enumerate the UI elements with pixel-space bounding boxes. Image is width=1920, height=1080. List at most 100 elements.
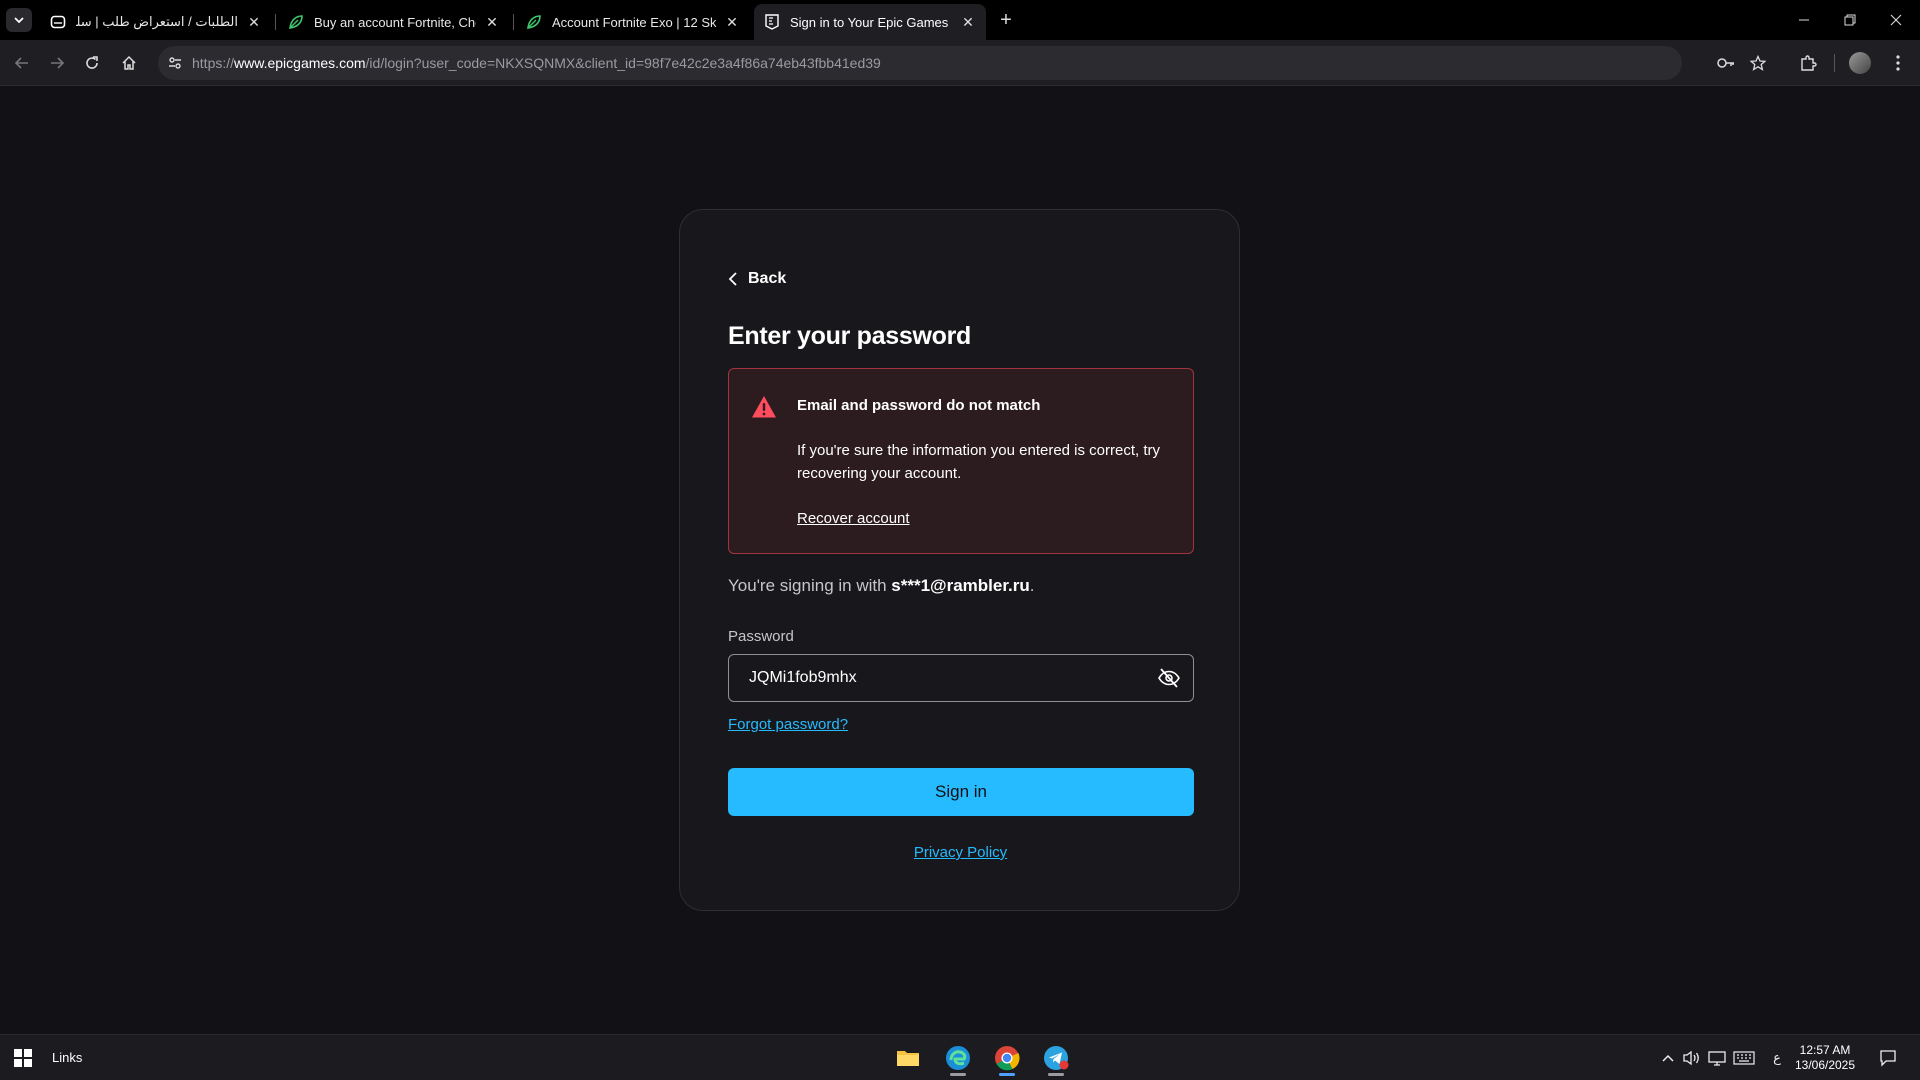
minimize-icon: [1799, 19, 1809, 21]
running-indicator: [1048, 1073, 1064, 1076]
star-icon: [1750, 55, 1766, 71]
restore-icon: [1844, 14, 1856, 26]
epic-icon: [764, 14, 780, 30]
site-info-icon[interactable]: [158, 55, 192, 71]
telegram-icon: [1044, 1046, 1069, 1070]
chat-bubble-icon: [1880, 1050, 1896, 1067]
password-label: Password: [728, 628, 794, 645]
error-alert: Email and password do not match If you'r…: [728, 368, 1194, 554]
edge-app[interactable]: [938, 1040, 978, 1076]
menu-button[interactable]: [1886, 51, 1910, 75]
file-explorer-app[interactable]: [888, 1040, 928, 1076]
chrome-app[interactable]: [987, 1040, 1027, 1076]
tab-epic-signin[interactable]: Sign in to Your Epic Games acc ✕: [754, 4, 986, 40]
notifications-button[interactable]: [1876, 1047, 1900, 1069]
eye-off-icon: [1158, 668, 1180, 688]
clock-time: 12:57 AM: [1799, 1043, 1851, 1057]
chevron-left-icon: [728, 272, 737, 286]
browser-toolbar: https://www.epicgames.com/id/login?user_…: [0, 40, 1920, 86]
show-hidden-icons-button[interactable]: [1660, 1047, 1676, 1069]
toolbar-divider: [1834, 54, 1835, 72]
extensions-button[interactable]: [1796, 51, 1820, 75]
signing-prefix: You're signing in with: [728, 576, 892, 595]
url-text: https://www.epicgames.com/id/login?user_…: [192, 55, 881, 71]
address-bar[interactable]: https://www.epicgames.com/id/login?user_…: [158, 46, 1682, 80]
keyboard-icon: [1733, 1051, 1755, 1065]
forward-nav-button[interactable]: [45, 51, 69, 75]
clock-date: 13/06/2025: [1794, 1058, 1856, 1072]
bookmark-button[interactable]: [1746, 51, 1770, 75]
recover-account-link[interactable]: Recover account: [797, 510, 910, 527]
browser-tab-strip: الطلبات / استعراض طلب | سلة ✕ Buy an acc…: [0, 0, 1920, 40]
chrome-icon: [995, 1046, 1020, 1071]
telegram-app[interactable]: [1036, 1040, 1076, 1076]
close-icon[interactable]: ✕: [960, 14, 976, 30]
tab-title: Account Fortnite Exo | 12 Skins: [552, 14, 716, 30]
restore-button[interactable]: [1827, 0, 1873, 40]
touch-keyboard-button[interactable]: [1732, 1047, 1756, 1069]
password-key-button[interactable]: [1714, 51, 1738, 75]
sign-in-button[interactable]: Sign in: [728, 768, 1194, 816]
minimize-button[interactable]: [1781, 0, 1827, 40]
close-icon[interactable]: ✕: [484, 14, 500, 30]
signing-suffix: .: [1029, 576, 1035, 595]
close-icon: [1890, 14, 1902, 26]
tab-divider: [275, 14, 276, 30]
tab-buy-account[interactable]: Buy an account Fortnite, Cheap ✕: [278, 4, 510, 40]
reload-icon: [86, 56, 98, 69]
signing-email: s***1@rambler.ru: [891, 576, 1030, 595]
warning-icon: [752, 396, 776, 418]
page-title: Enter your password: [728, 322, 971, 350]
tab-search-button[interactable]: [6, 8, 32, 32]
back-link[interactable]: Back: [728, 270, 786, 288]
leaf-icon: [526, 14, 542, 30]
profile-button[interactable]: [1848, 51, 1872, 75]
volume-button[interactable]: [1682, 1047, 1702, 1069]
close-window-button[interactable]: [1873, 0, 1919, 40]
url-host: www.epicgames.com: [234, 55, 366, 71]
tab-account-fortnite[interactable]: Account Fortnite Exo | 12 Skins ✕: [516, 4, 750, 40]
back-label: Back: [748, 270, 787, 287]
login-card: Back Enter your password Email and passw…: [679, 209, 1240, 911]
back-nav-button[interactable]: [10, 51, 34, 75]
close-icon[interactable]: ✕: [724, 14, 740, 30]
password-input[interactable]: [729, 654, 1145, 702]
close-icon[interactable]: ✕: [246, 14, 262, 30]
reload-button[interactable]: [80, 51, 104, 75]
forgot-password-link[interactable]: Forgot password?: [728, 716, 848, 733]
key-icon: [1717, 58, 1734, 68]
folder-icon: [897, 1051, 919, 1066]
more-vertical-icon: [1896, 55, 1900, 71]
signing-in-text: You're signing in with s***1@rambler.ru.: [728, 576, 1035, 596]
avatar: [1849, 52, 1871, 74]
input-language-indicator[interactable]: ع: [1768, 1047, 1786, 1069]
speaker-icon: [1683, 1050, 1699, 1066]
links-toolbar[interactable]: Links: [52, 1050, 82, 1065]
home-icon: [122, 55, 136, 70]
privacy-policy-link[interactable]: Privacy Policy: [914, 844, 1007, 861]
system-clock[interactable]: 12:57 AM 13/06/2025: [1790, 1043, 1860, 1073]
password-field: [728, 654, 1194, 702]
windows-start-icon[interactable]: [14, 1049, 32, 1067]
tab-title: الطلبات / استعراض طلب | سلة: [76, 14, 238, 29]
salla-icon: [50, 14, 66, 30]
alert-body: If you're sure the information you enter…: [797, 442, 1161, 482]
alert-title: Email and password do not match: [797, 397, 1041, 414]
leaf-icon: [288, 14, 304, 30]
arrow-right-icon: [51, 57, 65, 69]
home-button[interactable]: [117, 51, 141, 75]
tab-salla[interactable]: الطلبات / استعراض طلب | سلة ✕: [40, 4, 272, 40]
puzzle-icon: [1801, 55, 1817, 71]
new-tab-button[interactable]: +: [996, 10, 1016, 30]
running-indicator: [999, 1073, 1015, 1076]
chevron-down-icon: [14, 17, 24, 24]
tab-title: Buy an account Fortnite, Cheap: [314, 14, 476, 30]
hide-password-button[interactable]: [1145, 668, 1193, 688]
network-icon: [1708, 1051, 1726, 1066]
running-indicator: [950, 1073, 966, 1076]
url-path: /id/login?user_code=NKXSQNMX&client_id=9…: [365, 55, 881, 71]
tab-divider: [513, 14, 514, 30]
network-button[interactable]: [1706, 1047, 1728, 1069]
edge-icon: [946, 1046, 970, 1070]
chevron-up-icon: [1662, 1054, 1674, 1062]
